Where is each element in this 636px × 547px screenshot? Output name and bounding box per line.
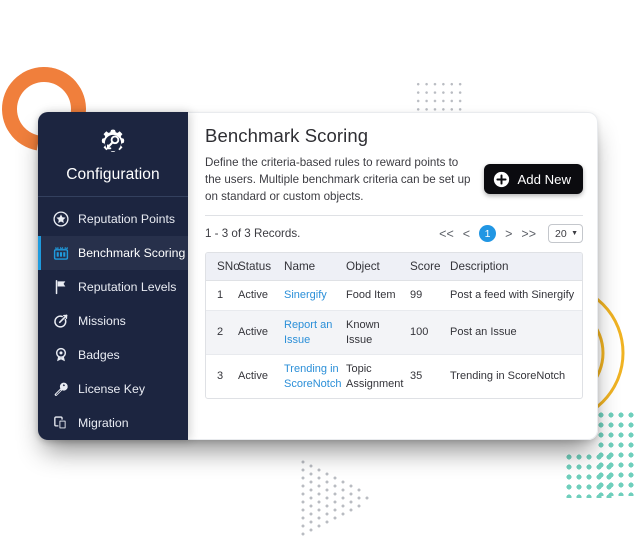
sidebar-item-missions[interactable]: Missions xyxy=(38,304,188,338)
sidebar-item-license-key[interactable]: License Key xyxy=(38,372,188,406)
sidebar-item-benchmark-scoring[interactable]: Benchmark Scoring xyxy=(38,236,188,270)
table-row: 1 Active Sinergify Food Item 99 Post a f… xyxy=(206,280,582,311)
cell-sno: 2 xyxy=(206,310,238,356)
column-header-object[interactable]: Object xyxy=(346,253,410,282)
flag-icon xyxy=(52,279,69,296)
pagination-current-page[interactable]: 1 xyxy=(479,225,497,243)
pagination-first-button[interactable]: << xyxy=(439,227,454,241)
table-row: 2 Active Report an Issue Known Issue 100… xyxy=(206,310,582,356)
cell-score: 35 xyxy=(410,370,423,383)
cell-sno: 3 xyxy=(217,370,224,383)
record-name-link[interactable]: Report an Issue xyxy=(284,319,332,346)
add-new-button[interactable]: Add New xyxy=(484,164,583,194)
cell-name: Report an Issue xyxy=(284,310,346,356)
brand-block: Configuration xyxy=(38,122,188,196)
add-new-label: Add New xyxy=(517,171,571,187)
sidebar-item-label: Benchmark Scoring xyxy=(78,246,186,260)
cell-description: Post an Issue xyxy=(450,310,582,356)
pagination-prev-button[interactable]: < xyxy=(463,227,470,241)
sidebar-item-reputation-points[interactable]: Reputation Points xyxy=(38,202,188,236)
records-table-wrapper: SNo Status Name Object Score Description… xyxy=(205,252,583,400)
cell-object: Known Issue xyxy=(346,310,410,356)
record-count-label: 1 - 3 of 3 Records. xyxy=(205,227,301,241)
table-row: 3 Active Trending in ScoreNotch Topic As… xyxy=(206,355,582,399)
table-header-row: SNo Status Name Object Score Description xyxy=(206,253,582,282)
app-window: Configuration Reputation Points Benchmar… xyxy=(38,112,598,440)
table-body: 1 Active Sinergify Food Item 99 Post a f… xyxy=(206,280,582,399)
table-head: SNo Status Name Object Score Description xyxy=(206,253,582,282)
cell-object: Food Item xyxy=(346,280,410,311)
pagination-next-button[interactable]: > xyxy=(505,227,512,241)
podium-icon xyxy=(52,245,69,262)
column-header-description[interactable]: Description xyxy=(450,253,582,282)
dart-target-icon xyxy=(52,313,69,330)
copy-stack-icon xyxy=(52,415,69,432)
sidebar-item-label: Migration xyxy=(78,416,129,430)
chevron-down-icon: ▼ xyxy=(571,230,578,238)
sidebar-item-label: Reputation Points xyxy=(78,212,176,226)
pagination-controls: << < 1 > >> 20 ▼ xyxy=(439,224,583,244)
wrench-icon xyxy=(52,381,69,398)
star-circle-icon xyxy=(52,211,69,228)
cell-description: Trending in ScoreNotch xyxy=(450,370,566,383)
column-header-sno[interactable]: SNo xyxy=(206,253,240,282)
brand-label: Configuration xyxy=(66,166,160,183)
column-header-score[interactable]: Score xyxy=(410,253,450,282)
pagination-last-button[interactable]: >> xyxy=(521,227,536,241)
cell-description: Post a feed with Sinergify xyxy=(450,280,582,311)
column-header-status[interactable]: Status xyxy=(238,253,284,282)
sidebar-item-label: License Key xyxy=(78,382,145,396)
cell-sno: 1 xyxy=(206,280,238,311)
sidebar-item-badges[interactable]: Badges xyxy=(38,338,188,372)
sidebar-item-label: Badges xyxy=(78,348,120,362)
cell-name: Sinergify xyxy=(284,280,346,311)
record-name-link[interactable]: Sinergify xyxy=(284,289,327,301)
cell-score: 100 xyxy=(410,310,450,356)
cell-status: Active xyxy=(238,370,268,383)
gear-wrench-icon xyxy=(38,128,188,163)
cell-status: Active xyxy=(238,310,284,356)
record-name-link[interactable]: Trending in ScoreNotch xyxy=(284,363,341,390)
main-panel: Benchmark Scoring Define the criteria-ba… xyxy=(188,112,598,440)
cell-name: Trending in ScoreNotch xyxy=(284,355,346,399)
cell-score: 99 xyxy=(410,280,450,311)
sidebar-divider xyxy=(38,196,188,197)
page-size-select[interactable]: 20 ▼ xyxy=(548,224,583,244)
plus-circle-icon xyxy=(493,171,510,188)
sidebar: Configuration Reputation Points Benchmar… xyxy=(38,112,188,440)
table-meta-row: 1 - 3 of 3 Records. << < 1 > >> 20 ▼ xyxy=(205,216,583,252)
records-table: SNo Status Name Object Score Description… xyxy=(206,253,582,398)
column-header-name[interactable]: Name xyxy=(284,253,346,282)
sidebar-item-reputation-levels[interactable]: Reputation Levels xyxy=(38,270,188,304)
badge-ribbon-icon xyxy=(52,347,69,364)
screen-root: Configuration Reputation Points Benchmar… xyxy=(0,0,636,547)
page-description: Define the criteria-based rules to rewar… xyxy=(205,156,471,204)
page-title: Benchmark Scoring xyxy=(205,125,369,146)
sidebar-item-label: Missions xyxy=(78,314,126,328)
subheader-row: Define the criteria-based rules to rewar… xyxy=(205,154,583,205)
sidebar-item-migration[interactable]: Migration xyxy=(38,406,188,440)
cell-object: Topic Assignment xyxy=(346,363,404,390)
page-size-value: 20 xyxy=(555,227,567,240)
sidebar-item-label: Reputation Levels xyxy=(78,280,177,294)
cell-status: Active xyxy=(238,280,284,311)
